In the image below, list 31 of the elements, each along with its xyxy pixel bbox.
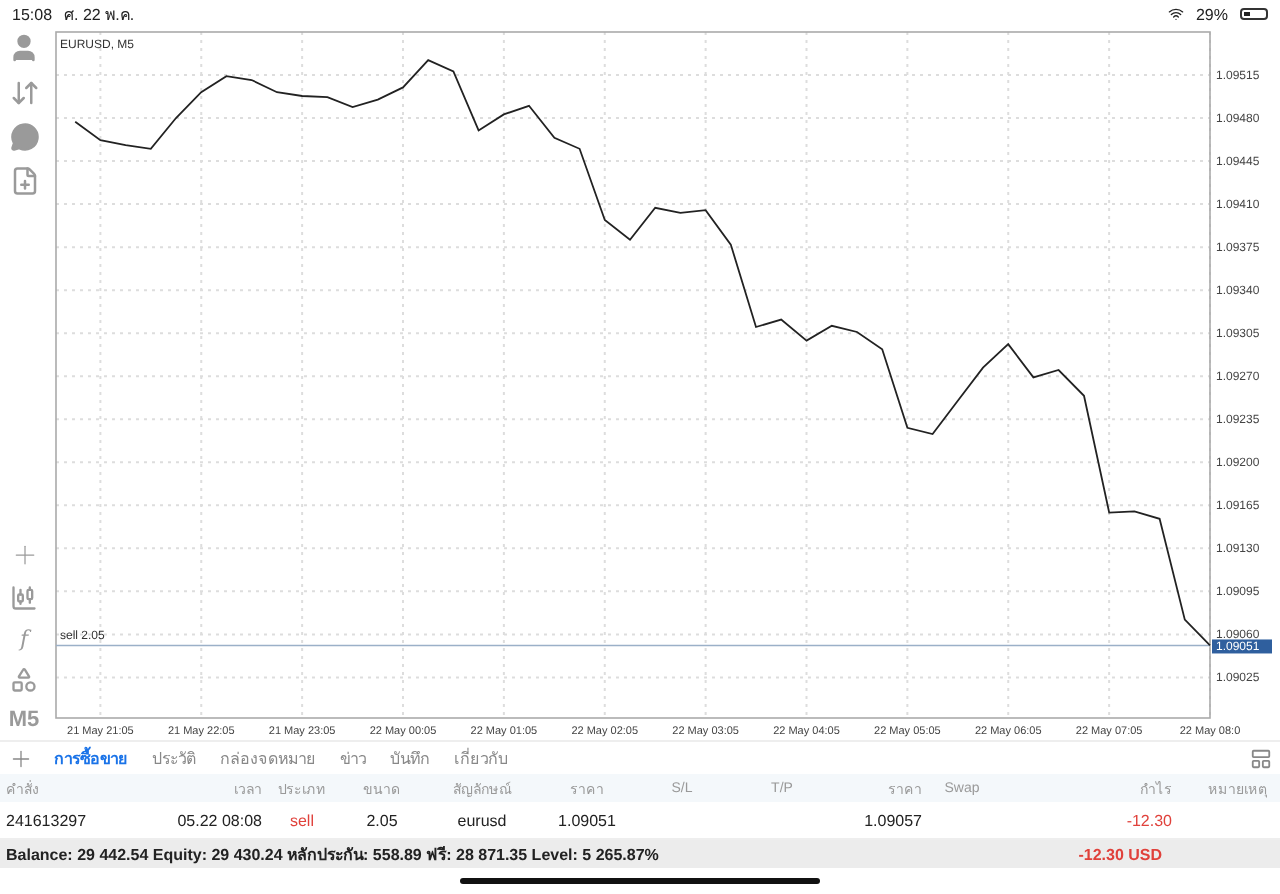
person-icon[interactable]	[8, 32, 40, 64]
shapes-icon[interactable]	[10, 666, 38, 694]
table-cell-text: 241613297	[6, 811, 89, 829]
tab[interactable]: ประวัติ	[148, 745, 200, 771]
candlestick-icon[interactable]	[10, 584, 38, 612]
tab[interactable]: ข่าว	[336, 745, 370, 771]
tab[interactable]: การซื้อขาย	[50, 745, 132, 771]
tab[interactable]: กล่องจดหมาย	[216, 745, 320, 771]
tab[interactable]: เกี่ยวกับ	[450, 745, 512, 771]
table-cell-text: 05.22 08:08	[175, 811, 262, 829]
table-cell-text: -12.30	[1124, 811, 1172, 829]
function-button[interactable]: f	[19, 626, 29, 652]
date: ศ. 22 พ.ค.	[64, 3, 135, 27]
battery-percent: 29%	[1195, 5, 1228, 23]
account-summary: Balance: 29 442.54 Equity: 29 430.24 หลักประกัน: 558.89 ฟรี: 28 871.35 Level: 5 265.87%	[6, 843, 659, 867]
tab[interactable]: บันทึก	[386, 745, 434, 771]
timeframe-button[interactable]: M5	[8, 708, 40, 732]
table-cell-text: 1.09051	[556, 811, 618, 829]
wifi-icon	[1167, 6, 1184, 22]
table-cell-text: sell	[287, 811, 316, 829]
add-icon[interactable]	[8, 745, 34, 771]
clock: 15:08	[12, 5, 53, 23]
chat-icon[interactable]	[9, 122, 39, 152]
table-cell-text: 2.05	[364, 811, 400, 829]
new-document-icon[interactable]	[9, 166, 39, 196]
arrows-icon[interactable]	[9, 78, 39, 108]
total-profit: -12.30 USD	[1078, 845, 1162, 863]
table-cell-text: 1.09057	[862, 811, 922, 829]
table-cell-text: eurusd	[455, 811, 509, 829]
layout-icon[interactable]	[1250, 747, 1272, 769]
battery-icon	[1240, 8, 1268, 20]
